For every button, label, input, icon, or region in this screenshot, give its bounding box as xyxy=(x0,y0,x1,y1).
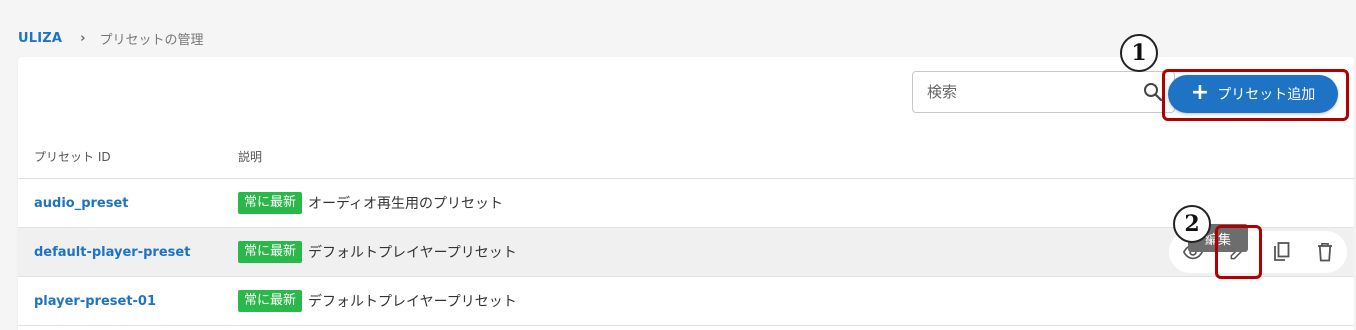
breadcrumb-current: プリセットの管理 xyxy=(99,32,204,48)
breadcrumb-root-link[interactable]: ULIZA xyxy=(18,31,62,46)
table-row[interactable]: default-player-preset 常に最新 デフォルトプレイヤープリセ… xyxy=(18,228,1354,277)
preset-id-link[interactable]: audio_preset xyxy=(34,196,129,211)
description-cell: 常に最新 デフォルトプレイヤープリセット xyxy=(238,290,517,312)
table-row[interactable]: audio_preset 常に最新 オーディオ再生用のプリセット xyxy=(18,179,1354,228)
column-header-preset-id: プリセット ID xyxy=(34,150,111,164)
preset-list-card: + プリセット追加 プリセット ID 説明 audio_preset 常に最新 … xyxy=(18,57,1354,330)
status-badge: 常に最新 xyxy=(238,192,303,214)
search-box[interactable] xyxy=(912,71,1175,113)
trash-icon[interactable] xyxy=(1309,236,1341,268)
preset-id-link[interactable]: player-preset-01 xyxy=(34,294,156,309)
breadcrumb-separator-icon: › xyxy=(80,30,86,46)
description-cell: 常に最新 オーディオ再生用のプリセット xyxy=(238,192,503,214)
status-badge: 常に最新 xyxy=(238,290,303,312)
preset-id-link[interactable]: default-player-preset xyxy=(34,245,190,260)
description-text: デフォルトプレイヤープリセット xyxy=(308,294,517,310)
plus-icon: + xyxy=(1190,80,1210,105)
table-row[interactable]: player-preset-01 常に最新 デフォルトプレイヤープリセット xyxy=(18,277,1354,326)
breadcrumb: ULIZA › プリセットの管理 xyxy=(18,28,204,48)
annotation-marker-1: 1 xyxy=(1120,34,1158,72)
description-text: オーディオ再生用のプリセット xyxy=(308,196,504,212)
copy-icon[interactable] xyxy=(1266,236,1298,268)
column-header-description: 説明 xyxy=(238,150,263,164)
add-preset-label: プリセット追加 xyxy=(1217,87,1316,103)
table-header: プリセット ID 説明 xyxy=(18,137,1354,179)
description-text: デフォルトプレイヤープリセット xyxy=(308,245,517,261)
description-cell: 常に最新 デフォルトプレイヤープリセット xyxy=(238,241,517,263)
add-preset-button[interactable]: + プリセット追加 xyxy=(1168,75,1338,113)
search-input[interactable] xyxy=(925,82,1142,102)
search-icon[interactable] xyxy=(1142,81,1164,103)
status-badge: 常に最新 xyxy=(238,241,303,263)
annotation-marker-2: 2 xyxy=(1173,205,1211,243)
